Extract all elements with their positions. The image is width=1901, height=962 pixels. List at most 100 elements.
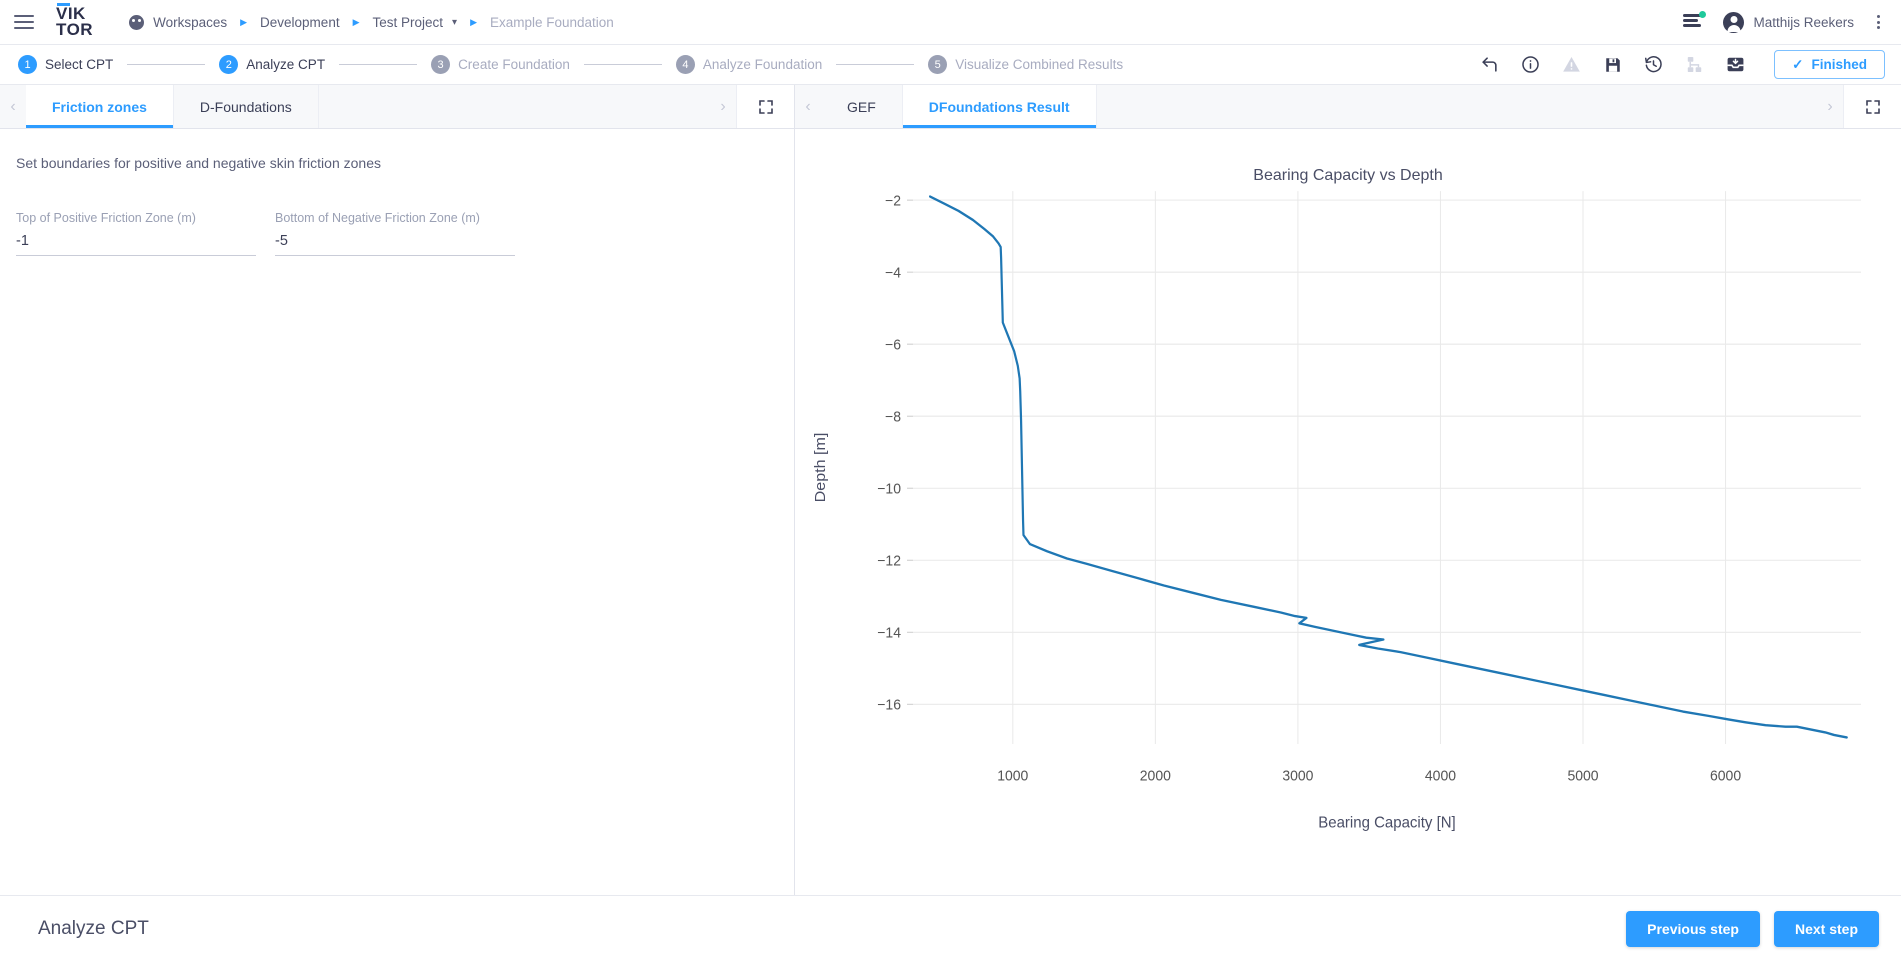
inbox-tray-icon[interactable] — [1725, 54, 1746, 75]
svg-text:−12: −12 — [877, 553, 901, 570]
tab-label: DFoundations Result — [928, 98, 1070, 115]
right-tab-list: GEF DFoundations Result — [821, 85, 1817, 128]
breadcrumb-label: Example Foundation — [489, 14, 614, 30]
svg-text:4000: 4000 — [1425, 768, 1456, 785]
step-connector — [583, 64, 662, 65]
step-label: Create Foundation — [458, 57, 570, 72]
step-item-5[interactable]: 5 Visualize Combined Results — [928, 55, 1123, 74]
step-number: 1 — [18, 55, 37, 74]
tab-dfoundations-result[interactable]: DFoundations Result — [902, 85, 1097, 128]
breadcrumb-label: Test Project — [372, 14, 444, 30]
chevron-left-icon[interactable]: ‹ — [0, 85, 26, 128]
friction-zones-form: Set boundaries for positive and negative… — [0, 129, 794, 895]
left-tab-list: Friction zones D-Foundations — [26, 85, 710, 128]
footer-actions: Previous step Next step — [1626, 911, 1879, 947]
step-list: 1 Select CPT 2 Analyze CPT 3 Create Foun… — [18, 55, 1123, 74]
breadcrumb-item-workspaces[interactable]: Workspaces — [129, 14, 228, 30]
fullscreen-icon[interactable] — [736, 85, 794, 128]
breadcrumb-item-development[interactable]: Development — [260, 15, 340, 30]
app-root: VIK TOR Workspaces ▶ Development ▶ Test … — [0, 0, 1901, 962]
svg-text:Depth [m]: Depth [m] — [812, 433, 828, 503]
field-label: Bottom of Negative Friction Zone (m) — [275, 211, 480, 225]
chevron-right-icon[interactable]: › — [710, 85, 736, 128]
chart-plot: 1000 2000 3000 4000 5000 6000 −2 −4 −6 −8 −10 −12 −1… — [795, 129, 1901, 895]
breadcrumb-separator-icon: ▶ — [240, 16, 248, 27]
chevron-left-icon[interactable]: ‹ — [795, 85, 821, 128]
finished-label: Finished — [1811, 57, 1867, 72]
check-icon: ✓ — [1792, 56, 1804, 72]
step-connector — [836, 64, 915, 65]
step-label: Analyze Foundation — [702, 57, 823, 72]
svg-text:5000: 5000 — [1567, 768, 1598, 785]
left-tabstrip: ‹ Friction zones D-Foundations › — [0, 85, 794, 129]
notification-badge — [1699, 11, 1707, 18]
footer-bar: Analyze CPT Previous step Next step — [0, 895, 1901, 962]
step-item-3[interactable]: 3 Create Foundation — [431, 55, 570, 74]
tab-label: GEF — [847, 98, 876, 115]
save-floppy-icon[interactable] — [1602, 54, 1623, 75]
breadcrumb-label: Development — [260, 14, 340, 30]
step-number: 4 — [675, 55, 695, 74]
svg-text:1000: 1000 — [997, 768, 1028, 785]
step-number: 5 — [928, 55, 948, 74]
warning-triangle-icon — [1561, 54, 1582, 75]
kebab-menu-icon[interactable] — [1872, 13, 1885, 31]
breadcrumb-label: Workspaces — [153, 14, 228, 30]
top-positive-friction-zone-input[interactable] — [16, 233, 256, 256]
tab-label: Friction zones — [52, 98, 147, 115]
chevron-right-icon[interactable]: › — [1817, 85, 1843, 128]
logo-line-2: TOR — [56, 20, 94, 39]
field-top-positive-friction-zone: Top of Positive Friction Zone (m) — [16, 211, 256, 256]
top-header: VIK TOR Workspaces ▶ Development ▶ Test … — [0, 0, 1901, 45]
previous-step-button[interactable]: Previous step — [1626, 911, 1760, 947]
bearing-capacity-chart: Bearing Capacity vs Depth 1000 2000 3000 40… — [795, 129, 1901, 895]
left-panel: ‹ Friction zones D-Foundations › Set bou… — [0, 85, 795, 895]
tab-gef[interactable]: GEF — [821, 85, 903, 128]
breadcrumb-item-example-foundation: Example Foundation — [490, 15, 614, 30]
bottom-negative-friction-zone-input[interactable] — [275, 233, 515, 256]
sitemap-icon — [1684, 54, 1705, 75]
form-description: Set boundaries for positive and negative… — [16, 155, 381, 171]
svg-text:−14: −14 — [877, 625, 901, 642]
viktor-logo[interactable]: VIK TOR — [56, 3, 94, 39]
page-title: Analyze CPT — [38, 918, 149, 939]
svg-text:−2: −2 — [885, 193, 901, 210]
step-connector — [339, 64, 418, 65]
chevron-down-icon[interactable]: ▾ — [452, 17, 457, 28]
svg-text:−16: −16 — [877, 697, 901, 714]
return-arrow-icon[interactable] — [1479, 54, 1500, 75]
breadcrumb-item-test-project[interactable]: Test Project ▾ — [373, 15, 458, 30]
svg-text:2000: 2000 — [1140, 768, 1171, 785]
hamburger-icon[interactable] — [14, 11, 36, 33]
step-item-2[interactable]: 2 Analyze CPT — [219, 55, 325, 74]
step-label: Analyze CPT — [246, 57, 326, 72]
breadcrumb-separator-icon: ▶ — [470, 16, 477, 27]
tab-filler — [318, 85, 710, 128]
next-step-button[interactable]: Next step — [1773, 911, 1879, 947]
step-number: 3 — [431, 55, 451, 74]
notifications-list-icon[interactable] — [1683, 11, 1707, 31]
main-body: ‹ Friction zones D-Foundations › Set bou… — [0, 85, 1901, 895]
user-avatar-icon — [1723, 11, 1745, 33]
tab-friction-zones[interactable]: Friction zones — [26, 85, 174, 128]
finished-button[interactable]: ✓ Finished — [1774, 50, 1885, 79]
user-name-label: Matthijs Reekers — [1753, 14, 1854, 30]
history-clock-icon[interactable] — [1643, 54, 1664, 75]
toolbar: ✓ Finished — [1479, 50, 1885, 79]
fullscreen-icon[interactable] — [1843, 85, 1901, 128]
chart-svg: 1000 2000 3000 4000 5000 6000 −2 −4 −6 −8 −10 −12 −1… — [812, 191, 1861, 832]
tab-label: D-Foundations — [199, 98, 292, 115]
svg-text:6000: 6000 — [1710, 768, 1741, 785]
info-circle-icon[interactable] — [1520, 54, 1541, 75]
right-panel: ‹ GEF DFoundations Result › Bearing Capa… — [795, 85, 1901, 895]
step-navigation-bar: 1 Select CPT 2 Analyze CPT 3 Create Foun… — [0, 45, 1901, 85]
header-right-cluster: Matthijs Reekers — [1683, 11, 1885, 33]
field-label: Top of Positive Friction Zone (m) — [16, 211, 196, 225]
tab-filler — [1096, 85, 1817, 128]
svg-text:Bearing Capacity [N]: Bearing Capacity [N] — [1318, 814, 1455, 832]
svg-text:−10: −10 — [877, 481, 901, 498]
tab-d-foundations[interactable]: D-Foundations — [173, 85, 319, 128]
user-menu[interactable]: Matthijs Reekers — [1723, 11, 1854, 33]
step-item-1[interactable]: 1 Select CPT — [18, 55, 113, 74]
step-item-4[interactable]: 4 Analyze Foundation — [675, 55, 823, 74]
